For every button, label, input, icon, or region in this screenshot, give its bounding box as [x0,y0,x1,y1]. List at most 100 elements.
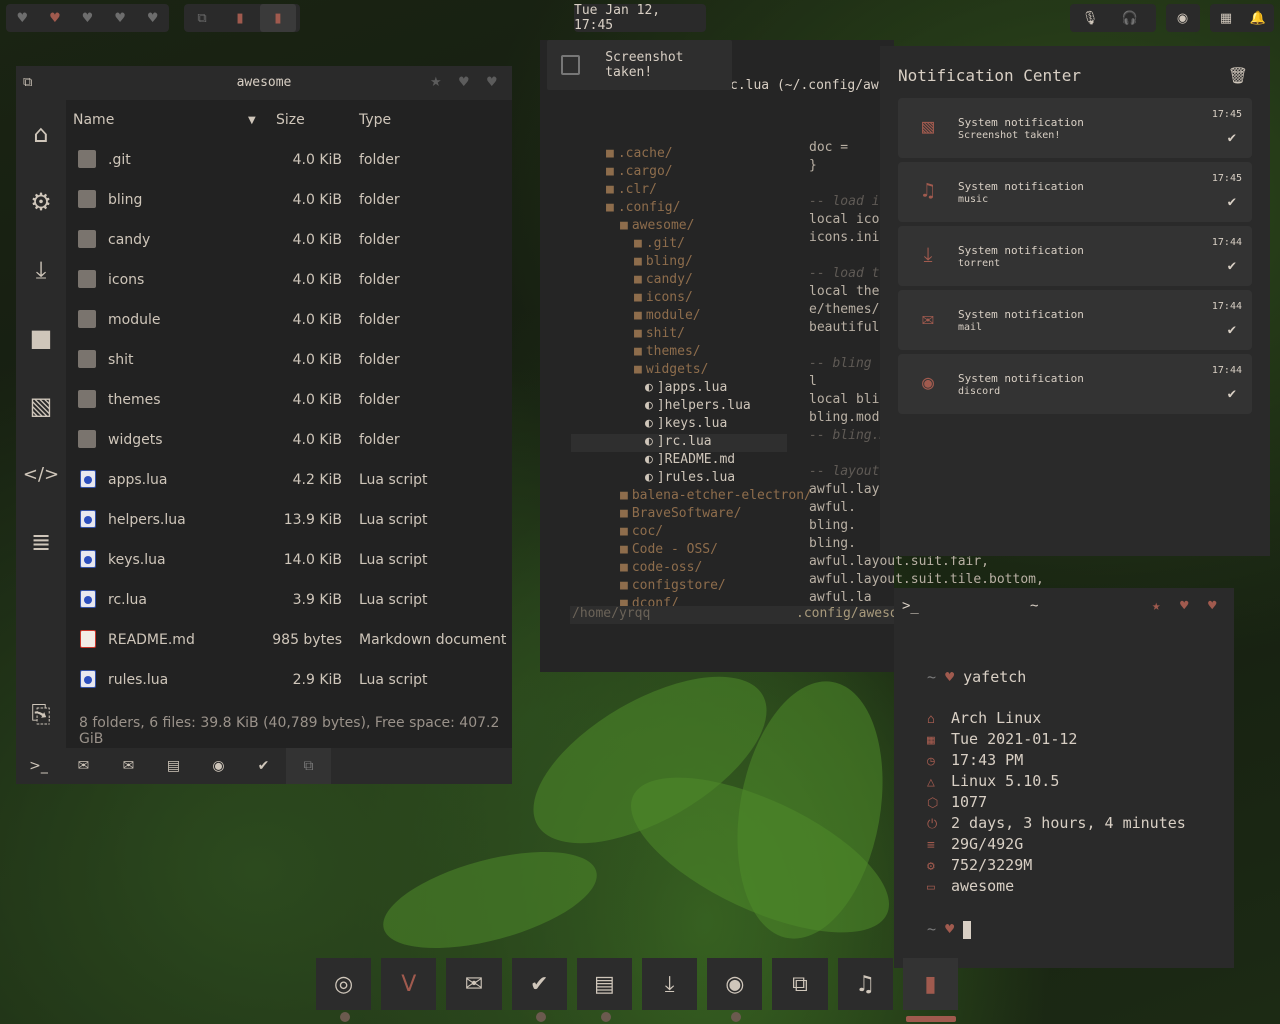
check-icon[interactable]: ✔ [1228,130,1236,146]
table-row[interactable]: README.md 985 bytes Markdown document [66,620,512,660]
check-icon[interactable]: ✔ [511,958,567,1022]
calendar-icon[interactable]: ▤ [576,958,633,1022]
tree-item[interactable]: ◐]rules.lua [645,470,735,485]
table-row[interactable]: icons 4.0 KiB folder [66,260,512,300]
bell-icon[interactable]: 🔔 [1242,4,1274,32]
discord-icon[interactable]: ◉ [196,748,241,784]
terminal-icon[interactable]: ▮ [220,4,260,32]
star-icon[interactable]: ★ [1152,598,1160,614]
tree-item[interactable]: ■ icons/ [634,290,693,305]
heart-icon[interactable]: ♥ [1208,598,1216,614]
star-icon[interactable]: ★ [430,75,442,90]
clock[interactable]: Tue Jan 12, 17:45 [574,3,706,33]
window-titlebar[interactable]: ⧉ awesome ★ ♥ ♥ [16,66,512,100]
chrome-icon[interactable]: ◎ [316,958,372,1022]
tree-item[interactable]: ◐]apps.lua [645,380,727,395]
table-row[interactable]: bling 4.0 KiB folder [66,180,512,220]
sort-down-icon[interactable]: ▼ [248,115,256,126]
tree-item[interactable]: ■ widgets/ [634,362,708,377]
mail-icon[interactable]: ✉ [61,748,106,784]
terminal-titlebar[interactable]: >_ ~ ★ ♥ ♥ [894,588,1234,626]
copy-icon[interactable]: ⧉ [184,4,220,32]
heart-icon[interactable]: ♥ [486,75,498,90]
table-row[interactable]: widgets 4.0 KiB folder [66,420,512,460]
table-row[interactable]: themes 4.0 KiB folder [66,380,512,420]
tree-item[interactable]: ■ shit/ [634,326,685,341]
tree-item[interactable]: ◐]helpers.lua [645,398,751,413]
download-icon[interactable]: ⤓ [642,958,698,1010]
vim-icon[interactable]: V [381,958,437,1010]
tree-item[interactable]: ■ .config/ [606,200,680,215]
tree-item[interactable]: ■ themes/ [634,344,701,359]
table-row[interactable]: rc.lua 3.9 KiB Lua script [66,580,512,620]
tree-item[interactable]: ◐]README.md [645,452,735,467]
download-icon[interactable]: ⤓ [16,236,66,304]
heart-icon[interactable]: ♥ [39,4,72,32]
table-row[interactable]: helpers.lua 13.9 KiB Lua script [66,500,512,540]
code-icon[interactable]: </> [16,440,66,508]
home-icon[interactable]: ⌂ [16,100,66,168]
heart-icon[interactable]: ♥ [136,4,169,32]
notification-item[interactable]: ⤓ System notification torrent 17:44 ✔ [898,226,1252,286]
next-prompt[interactable]: ~ ♥ [927,920,972,939]
mail-icon[interactable]: ✉ [106,748,151,784]
tree-item[interactable]: ■ balena-etcher-electron/ [620,488,812,503]
discord-icon[interactable]: ◉ [707,958,763,1022]
table-row[interactable]: .git 4.0 KiB folder [66,140,512,180]
heart-icon[interactable]: ♥ [6,4,39,32]
tree-item[interactable]: ■ BraveSoftware/ [620,506,741,521]
heart-icon[interactable]: ♥ [458,75,470,90]
image-icon[interactable]: ▧ [16,372,66,440]
clipboard-icon[interactable]: ⎘ [16,680,66,748]
discord-icon[interactable]: ◉ [1166,4,1199,32]
video-icon[interactable]: ■ [16,304,66,372]
tree-item[interactable]: ■ .clr/ [606,182,657,197]
headphones-icon[interactable]: 🎧 [1110,4,1150,32]
terminal-icon[interactable]: >_ [16,748,61,784]
document-icon[interactable]: ≣ [16,508,66,576]
tree-item[interactable]: ■ configstore/ [620,578,726,593]
music-icon[interactable]: ♫ [837,958,893,1010]
settings-icon[interactable]: ⚙ [16,168,66,236]
tree-item[interactable]: ■ coc/ [620,524,663,539]
tree-item[interactable]: ◐]rc.lua [645,434,712,449]
notification-item[interactable]: ◉ System notification discord 17:44 ✔ [898,354,1252,414]
terminal-icon[interactable]: ▮ [260,4,296,32]
notification-item[interactable]: ▧ System notification Screenshot taken! 17:… [898,98,1252,158]
tree-item[interactable]: ■ awesome/ [620,218,694,233]
copy-icon[interactable]: ⧉ [286,748,331,784]
table-row[interactable]: module 4.0 KiB folder [66,300,512,340]
calendar-icon[interactable]: ▤ [151,748,196,784]
tree-item[interactable]: ■ code-oss/ [620,560,702,575]
table-row[interactable]: shit 4.0 KiB folder [66,340,512,380]
tree-item[interactable]: ◐]keys.lua [645,416,727,431]
check-icon[interactable]: ✔ [1228,258,1236,274]
tree-item[interactable]: ■ .cargo/ [606,164,673,179]
screenshot-toast[interactable]: Screenshot taken! [547,40,732,90]
mail-icon[interactable]: ✉ [446,958,502,1010]
tree-item[interactable]: ■ Code - OSS/ [620,542,718,557]
check-icon[interactable]: ✔ [241,748,286,784]
table-row[interactable]: keys.lua 14.0 KiB Lua script [66,540,512,580]
notification-item[interactable]: ✉ System notification mail 17:44 ✔ [898,290,1252,350]
heart-icon[interactable]: ♥ [1180,598,1188,614]
heart-icon[interactable]: ♥ [104,4,137,32]
microphone-icon[interactable]: 🎙 [1070,4,1110,32]
grid-icon[interactable]: ▦ [1210,4,1242,32]
check-icon[interactable]: ✔ [1228,386,1236,402]
trash-icon[interactable]: 🗑 [1228,66,1248,85]
copy-icon[interactable]: ⧉ [772,958,828,1010]
table-row[interactable]: candy 4.0 KiB folder [66,220,512,260]
table-row[interactable]: apps.lua 4.2 KiB Lua script [66,460,512,500]
tree-item[interactable]: ■ .cache/ [606,146,673,161]
column-name[interactable]: Name [73,112,114,128]
check-icon[interactable]: ✔ [1228,322,1236,338]
table-row[interactable]: rules.lua 2.9 KiB Lua script [66,660,512,700]
column-type[interactable]: Type [359,112,391,128]
tree-item[interactable]: ■ candy/ [634,272,693,287]
tree-item[interactable]: ■ bling/ [634,254,693,269]
tree-item[interactable]: ■ module/ [634,308,701,323]
notification-item[interactable]: ♫ System notification music 17:45 ✔ [898,162,1252,222]
heart-icon[interactable]: ♥ [71,4,104,32]
check-icon[interactable]: ✔ [1228,194,1236,210]
